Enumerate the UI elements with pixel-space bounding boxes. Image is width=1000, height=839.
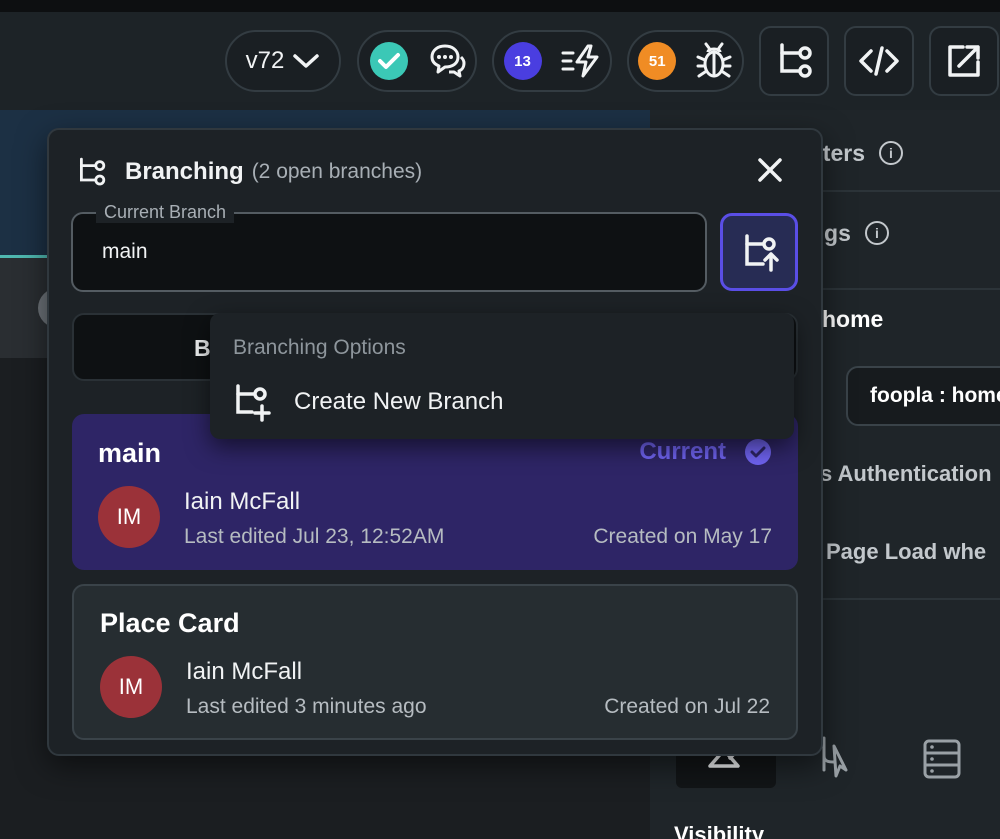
- branching-button[interactable]: [759, 26, 829, 96]
- create-new-branch-label: Create New Branch: [294, 388, 504, 415]
- branch-last-edited: Last edited 3 minutes ago: [186, 695, 427, 718]
- open-external-icon: [948, 45, 980, 77]
- create-new-branch-item[interactable]: Create New Branch: [232, 382, 503, 422]
- visibility-row: Visibility: [650, 822, 1000, 839]
- current-branch-legend: Current Branch: [96, 202, 235, 223]
- branch-name: main: [98, 438, 162, 468]
- visibility-label: Visibility: [674, 822, 765, 839]
- window-top-strip: [0, 0, 1000, 12]
- lightning-icon: [561, 44, 598, 78]
- current-indicator: Current: [639, 438, 772, 466]
- route-select[interactable]: foopla : home: [846, 366, 1000, 426]
- info-icon[interactable]: i: [878, 141, 903, 165]
- bug-icon: [696, 42, 732, 78]
- chevron-down-icon: [293, 54, 320, 68]
- bugs-group[interactable]: 51: [627, 30, 744, 92]
- current-branch-value: main: [102, 240, 148, 263]
- page-load-label: Page Load whe: [826, 539, 987, 564]
- avatar: IM: [100, 656, 162, 718]
- branch-created: Created on Jul 22: [604, 695, 770, 718]
- current-label: Current: [639, 438, 726, 465]
- branch-action-label: B: [194, 335, 211, 361]
- popup-subtitle: (2 open branches): [251, 160, 423, 183]
- auth-label: s Authentication: [820, 461, 992, 486]
- publish-count-badge: 13: [503, 42, 542, 80]
- check-circle-icon: [745, 439, 771, 465]
- branch-card-place-card[interactable]: Place Card IM Iain McFall Last edited 3 …: [72, 584, 798, 740]
- popup-title-text: Branching: [125, 158, 244, 185]
- code-view-button[interactable]: [844, 26, 914, 96]
- branch-last-edited: Last edited Jul 23, 12:52AM: [184, 525, 445, 548]
- check-circle-icon: [369, 42, 408, 80]
- status-comments-group[interactable]: [357, 30, 477, 92]
- version-label: v72: [245, 47, 285, 74]
- publish-group[interactable]: 13: [492, 30, 612, 92]
- branching-options-header: Branching Options: [233, 336, 406, 359]
- merge-branch-button[interactable]: [720, 213, 798, 291]
- bugs-count-badge: 51: [638, 42, 677, 80]
- new-branch-icon: [236, 384, 271, 422]
- branch-owner: Iain McFall: [184, 488, 301, 515]
- branch-owner: Iain McFall: [186, 658, 303, 685]
- branch-icon: [780, 43, 812, 78]
- code-icon: [859, 46, 899, 76]
- comments-icon: [430, 44, 465, 78]
- database-icon[interactable]: [922, 738, 962, 780]
- version-selector[interactable]: v72: [225, 30, 341, 92]
- open-external-button[interactable]: [929, 26, 999, 96]
- current-branch-field[interactable]: [71, 212, 707, 292]
- branch-merge-icon: [745, 234, 779, 272]
- avatar: IM: [98, 486, 160, 548]
- route-label: home: [822, 305, 884, 332]
- popup-title: Branching (2 open branches): [75, 156, 422, 188]
- info-icon[interactable]: i: [864, 221, 889, 245]
- branch-icon: [80, 157, 106, 186]
- close-icon[interactable]: [752, 152, 788, 188]
- branch-created: Created on May 17: [593, 525, 772, 548]
- branch-name: Place Card: [100, 608, 240, 638]
